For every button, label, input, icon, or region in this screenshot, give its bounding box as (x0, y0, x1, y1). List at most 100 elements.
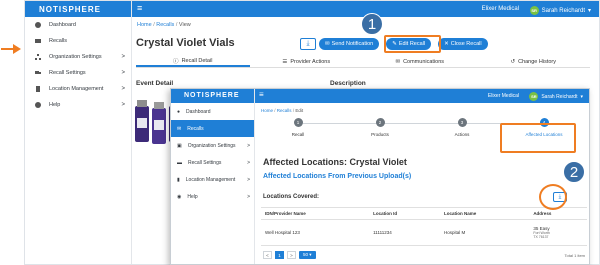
avatar: SR (529, 92, 539, 101)
bg-breadcrumb-recalls[interactable]: Recalls (156, 22, 174, 28)
bg-breadcrumb-current: View (178, 22, 191, 28)
fg-sidebar-item-recall-settings[interactable]: ▬ Recall Settings > (171, 154, 254, 171)
locations-covered-label: Locations Covered: (263, 194, 320, 200)
edit-recall-highlight (384, 35, 441, 53)
tab-recall-detail[interactable]: ⓘ Recall Detail (136, 56, 250, 67)
palette-icon (35, 22, 41, 28)
prev-page-button[interactable]: < (263, 251, 272, 259)
page-1-button[interactable]: 1 (275, 251, 284, 259)
truck-icon: ▬ (177, 159, 182, 166)
step-badge-2: 2 (563, 161, 585, 183)
bg-user-menu[interactable]: SR Sarah Reichardt ▾ (529, 6, 591, 15)
close-icon: ✕ (444, 41, 449, 47)
bg-breadcrumb-home[interactable]: Home (137, 22, 152, 28)
bg-sidebar-item-location-management[interactable]: Location Management > (25, 81, 131, 97)
mail-icon: ✉ (325, 41, 330, 47)
bg-sidebar-label: Recall Settings (49, 70, 86, 76)
palette-icon: ● (177, 108, 181, 115)
fg-sidebar-item-dashboard[interactable]: ● Dashboard (171, 103, 254, 120)
bg-section-description: Description (330, 80, 366, 87)
fg-org-name: Elixer Medical (487, 93, 519, 99)
chat-icon: ✉ (395, 58, 401, 65)
step-actions[interactable]: 3 Actions (427, 118, 497, 137)
step-dot: 1 (293, 118, 303, 127)
col-location-id[interactable]: Location Id (369, 207, 441, 220)
fg-sidebar-item-location-management[interactable]: ▮ Location Management > (171, 171, 254, 188)
page-size-select[interactable]: 50 ▾ (299, 251, 316, 259)
col-provider-name[interactable]: IDN/Provider Name (261, 207, 370, 220)
fg-page-title: Affected Locations: Crystal Violet (263, 157, 407, 167)
hamburger-menu-icon[interactable]: ≡ (137, 3, 142, 13)
col-address[interactable]: Address (529, 207, 587, 220)
address-line-3: TX 76137 (533, 235, 549, 239)
tab-communications[interactable]: ✉ Communications (363, 56, 477, 67)
fg-breadcrumb-current: Edit (295, 108, 304, 113)
cell-address: 35 Easy Fort Worth TX 76137 (529, 219, 587, 246)
bg-sidebar-item-help[interactable]: Help > (25, 97, 131, 113)
bg-user-name: Sarah Reichardt (541, 7, 585, 14)
pagination: < 1 > 50 ▾ (263, 251, 316, 259)
bg-tab-bar: ⓘ Recall Detail ☰ Provider Actions ✉ Commun… (136, 56, 590, 68)
fg-breadcrumb-recalls[interactable]: Recalls (277, 108, 292, 113)
hamburger-menu-icon[interactable]: ≡ (259, 90, 264, 99)
bg-page-title: Crystal Violet Vials (136, 37, 235, 49)
cell-location-id: 11111234 (369, 219, 441, 246)
fg-breadcrumb-home[interactable]: Home (261, 108, 273, 113)
building-icon: ▮ (177, 176, 180, 183)
bg-sidebar-label: Location Management (49, 86, 104, 92)
bg-sidebar-item-dashboard[interactable]: Dashboard (25, 17, 131, 33)
locations-table: IDN/Provider Name Location Id Location N… (261, 207, 587, 246)
total-items-label: Total 1 item (564, 253, 585, 258)
fg-user-name: Sarah Reichardt (541, 93, 578, 100)
fg-sidebar-item-recalls[interactable]: ✉ Recalls (171, 120, 254, 137)
download-button[interactable]: ⤓ (300, 38, 316, 50)
cell-location-name: Hospital M (440, 219, 530, 246)
building-icon (36, 86, 40, 92)
chevron-right-icon: > (247, 193, 250, 200)
fg-sidebar-item-organization-settings[interactable]: ▣ Organization Settings > (171, 137, 254, 154)
bg-sidebar-label: Help (49, 102, 61, 108)
step-products[interactable]: 2 Products (345, 118, 415, 137)
step-recall[interactable]: 1 Recall (263, 118, 333, 137)
chevron-right-icon: > (247, 142, 250, 149)
chevron-down-icon: ▾ (587, 8, 591, 14)
close-recall-button[interactable]: ✕ Close Recall (438, 38, 488, 50)
chevron-right-icon: > (121, 54, 125, 60)
envelope-icon: ✉ (177, 125, 182, 132)
cell-provider: Well Hospital 123 (261, 219, 370, 246)
chevron-right-icon: > (121, 70, 125, 76)
fg-subtitle: Affected Locations From Previous Upload(… (263, 173, 412, 180)
bg-logo: NOTISPHERE (25, 1, 131, 17)
fg-breadcrumb: Home / Recalls / Edit (261, 108, 304, 113)
table-row[interactable]: Well Hospital 123 11111234 Hospital M 35… (261, 219, 587, 246)
step-badge-1: 1 (361, 13, 383, 35)
sitemap-icon (35, 54, 41, 60)
chevron-right-icon: > (247, 159, 250, 166)
bg-section-event-detail: Event Detail (136, 80, 174, 87)
bg-sidebar-item-recalls[interactable]: Recalls (25, 33, 131, 49)
info-icon: ⓘ (173, 58, 179, 65)
tab-change-history[interactable]: ↺ Change History (477, 56, 591, 67)
bg-sidebar-item-organization-settings[interactable]: Organization Settings > (25, 49, 131, 65)
tab-provider-actions[interactable]: ☰ Provider Actions (250, 56, 364, 67)
fg-user-menu[interactable]: SR Sarah Reichardt ▾ (529, 92, 583, 101)
chevron-right-icon: > (121, 86, 125, 92)
fg-sidebar: NOTISPHERE ● Dashboard ✉ Recalls ▣ Organ… (171, 89, 255, 264)
bg-sidebar-item-recall-settings[interactable]: Recall Settings > (25, 65, 131, 81)
bg-sidebar: NOTISPHERE Dashboard Recalls Organizatio… (25, 1, 132, 264)
chevron-right-icon: > (121, 102, 125, 108)
truck-icon (35, 71, 41, 74)
fg-logo: NOTISPHERE (171, 89, 254, 103)
bg-breadcrumb: Home / Recalls / View (137, 22, 191, 28)
help-icon: ◉ (177, 193, 182, 200)
col-location-name[interactable]: Location Name (440, 207, 530, 220)
pointer-arrow-icon (1, 44, 21, 54)
fg-topbar: ≡ Elixer Medical SR Sarah Reichardt ▾ (255, 89, 589, 103)
chevron-right-icon: > (247, 176, 250, 183)
next-page-button[interactable]: > (287, 251, 296, 259)
foreground-screenshot: NOTISPHERE ● Dashboard ✉ Recalls ▣ Organ… (170, 88, 590, 265)
send-notification-button[interactable]: ✉ Send Notification (319, 38, 380, 50)
chevron-down-icon: ▾ (580, 93, 583, 100)
table-header-row: IDN/Provider Name Location Id Location N… (261, 207, 587, 220)
fg-sidebar-item-help[interactable]: ◉ Help > (171, 188, 254, 205)
